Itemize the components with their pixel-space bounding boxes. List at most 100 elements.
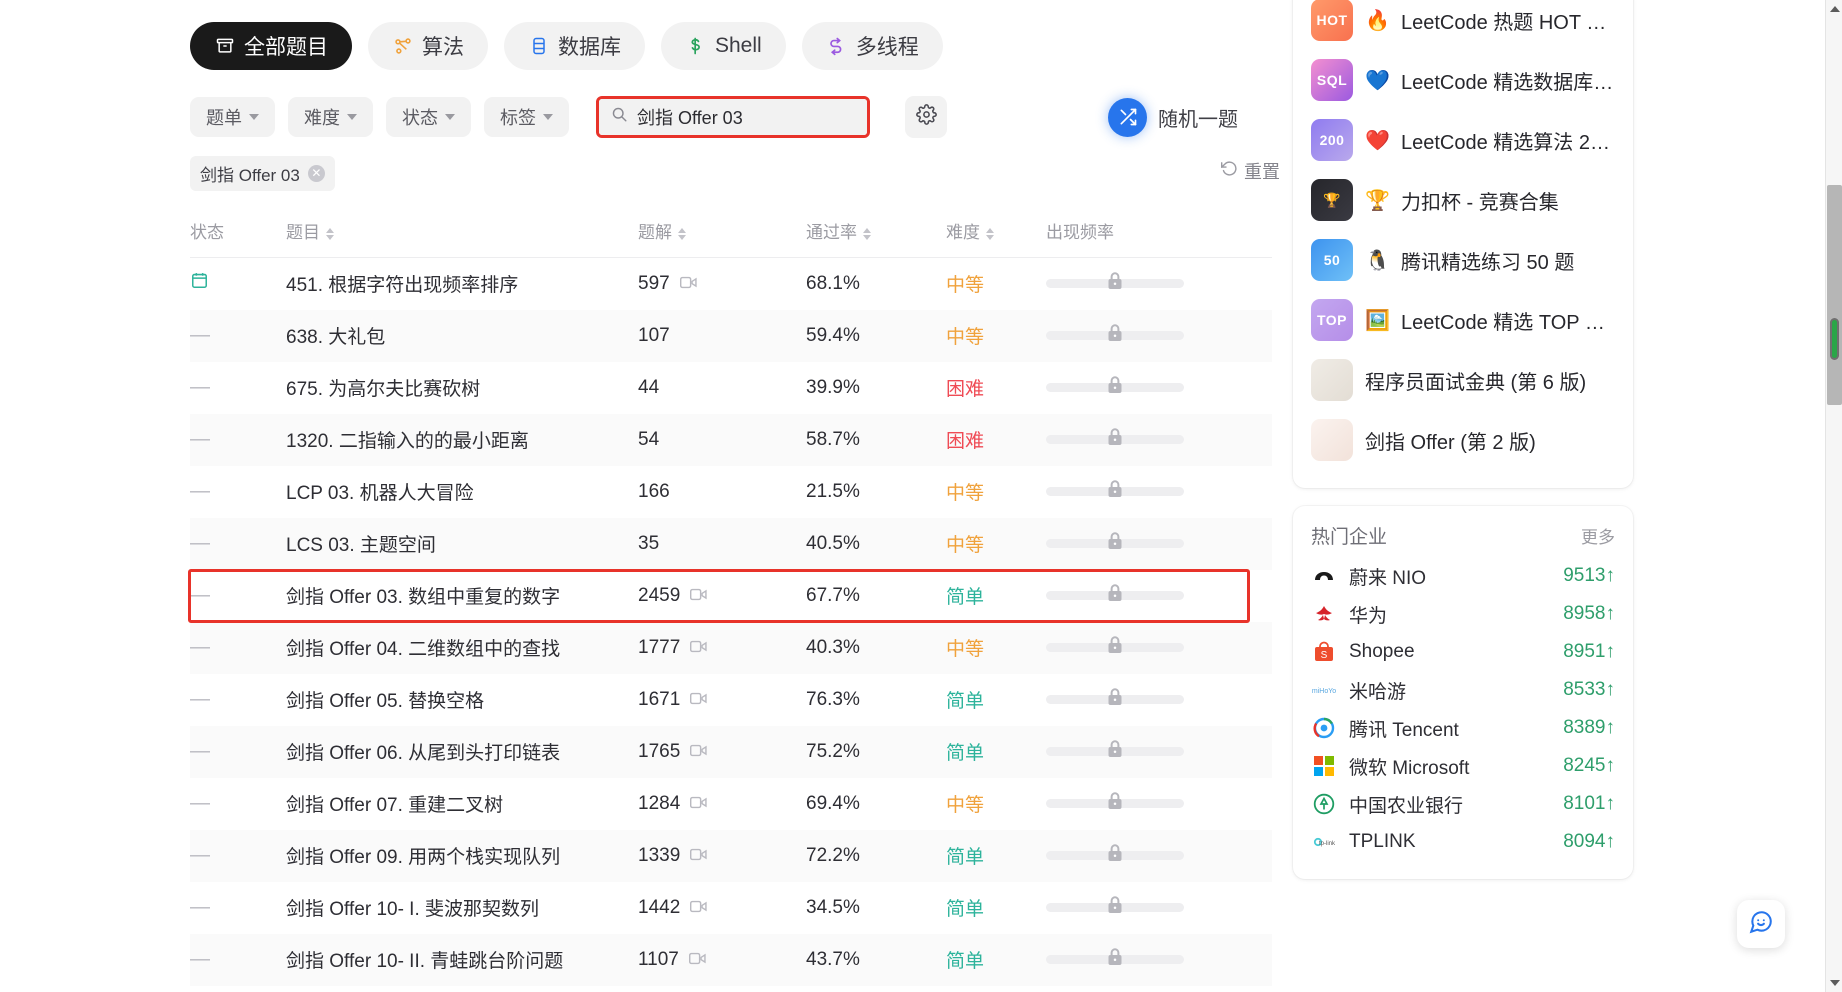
table-row[interactable]: — LCP 03. 机器人大冒险 166 21.5% 中等: [190, 466, 1272, 518]
table-row[interactable]: — 剑指 Offer 07. 重建二叉树 1284 69.4% 中等: [190, 778, 1272, 830]
company-row[interactable]: 中国农业银行 8101↑: [1311, 785, 1615, 823]
tab-database-icon[interactable]: 数据库: [504, 22, 645, 70]
table-row[interactable]: — 剑指 Offer 09. 用两个栈实现队列 1339 72.2% 简单: [190, 829, 1272, 882]
close-icon[interactable]: ✕: [307, 164, 325, 182]
problem-title[interactable]: 剑指 Offer 10- I. 斐波那契数列: [286, 882, 638, 934]
table-row[interactable]: — 剑指 Offer 10- I. 斐波那契数列 1442 34.5% 简单: [190, 882, 1272, 934]
settings-button[interactable]: [905, 96, 947, 138]
solution-count[interactable]: 1339: [638, 829, 806, 882]
solution-count[interactable]: 1284: [638, 778, 806, 830]
filter-dropdown[interactable]: 状态: [386, 97, 471, 137]
solution-count[interactable]: 1765: [638, 725, 806, 778]
search-box[interactable]: [599, 99, 867, 135]
column-header[interactable]: 题目: [286, 208, 638, 258]
problem-title[interactable]: 剑指 Offer 05. 替换空格: [286, 674, 638, 726]
tab-algorithm-icon[interactable]: 算法: [368, 22, 488, 70]
problem-title[interactable]: 451. 根据字符出现频率排序: [286, 258, 638, 310]
companies-more-link[interactable]: 更多: [1581, 523, 1615, 548]
solution-count[interactable]: 597: [638, 258, 806, 310]
filter-chip[interactable]: 剑指 Offer 03 ✕: [190, 155, 335, 191]
sort-toggle-icon[interactable]: [863, 227, 871, 240]
browser-scrollbar[interactable]: [1825, 0, 1842, 992]
study-plan-item[interactable]: 🏆 🏆 力扣杯 - 竞赛合集: [1311, 170, 1615, 230]
acceptance-rate: 43.7%: [806, 933, 946, 986]
table-row[interactable]: — 剑指 Offer 05. 替换空格 1671 76.3% 简单: [190, 674, 1272, 726]
table-row[interactable]: — 剑指 Offer 03. 数组中重复的数字 2459 67.7% 简单: [190, 569, 1272, 622]
solution-count[interactable]: 1107: [638, 933, 806, 986]
status-empty: —: [190, 517, 286, 570]
problem-title[interactable]: 1320. 二指输入的的最小距离: [286, 413, 638, 466]
tab-shell-icon[interactable]: Shell: [661, 22, 786, 70]
table-row[interactable]: —638. 大礼包 107 59.4% 中等: [190, 309, 1272, 362]
solution-count[interactable]: 44: [638, 362, 806, 414]
table-row[interactable]: — 剑指 Offer 04. 二维数组中的查找 1777 40.3% 中等: [190, 621, 1272, 674]
study-plan-item[interactable]: HOT 🔥 LeetCode 热题 HOT 100: [1311, 0, 1615, 50]
company-row[interactable]: 蔚来 NIO 9513↑: [1311, 557, 1615, 595]
solution-count[interactable]: 1442: [638, 882, 806, 934]
lock-icon: [1107, 375, 1123, 400]
study-plan-item[interactable]: 50 🐧 腾讯精选练习 50 题: [1311, 230, 1615, 290]
problem-title[interactable]: 剑指 Offer 09. 用两个栈实现队列: [286, 829, 638, 882]
column-header[interactable]: 题解: [638, 208, 806, 258]
company-row[interactable]: 腾讯 Tencent 8389↑: [1311, 709, 1615, 747]
problem-title[interactable]: 675. 为高尔夫比赛砍树: [286, 362, 638, 414]
study-plan-item[interactable]: 剑指 Offer (第 2 版): [1311, 410, 1615, 470]
tab-concurrency-icon[interactable]: 多线程: [801, 22, 943, 70]
filter-dropdown[interactable]: 难度: [288, 97, 373, 137]
reset-icon: [1221, 160, 1238, 182]
status-empty: —: [190, 621, 286, 674]
filter-dropdown[interactable]: 标签: [484, 97, 569, 137]
search-input[interactable]: [637, 106, 855, 128]
study-plan-item[interactable]: 程序员面试金典 (第 6 版): [1311, 350, 1615, 410]
table-row[interactable]: — 675. 为高尔夫比赛砍树 44 39.9% 困难: [190, 362, 1272, 414]
company-row[interactable]: 华为 8958↑: [1311, 595, 1615, 633]
sort-toggle-icon[interactable]: [986, 227, 994, 240]
filter-dropdown[interactable]: 题单: [190, 97, 275, 137]
scroll-up-arrow-icon[interactable]: [1830, 6, 1840, 12]
reset-button[interactable]: 重置: [1221, 158, 1280, 184]
scrollbar-thumb[interactable]: [1827, 185, 1842, 405]
solution-count[interactable]: 35: [638, 517, 806, 570]
status-empty: —: [190, 413, 286, 466]
problem-title[interactable]: 638. 大礼包: [286, 309, 638, 362]
concurrency-icon: [826, 36, 847, 57]
study-plan-item[interactable]: TOP 🖼️ LeetCode 精选 TOP 面试题: [1311, 290, 1615, 350]
tab-archive-icon[interactable]: 全部题目: [190, 22, 352, 70]
solution-count[interactable]: 54: [638, 413, 806, 466]
study-plan-item[interactable]: SQL 💙 LeetCode 精选数据库 70 ...: [1311, 50, 1615, 110]
table-row[interactable]: — 剑指 Offer 10- II. 青蛙跳台阶问题 1107 43.7% 简单: [190, 933, 1272, 986]
problem-title[interactable]: 剑指 Offer 06. 从尾到头打印链表: [286, 725, 638, 778]
problem-title[interactable]: 剑指 Offer 04. 二维数组中的查找: [286, 621, 638, 674]
tencent-logo: [1311, 715, 1337, 741]
column-header[interactable]: 通过率: [806, 208, 946, 258]
solution-count[interactable]: 107: [638, 309, 806, 362]
company-row[interactable]: S Shopee 8951↑: [1311, 633, 1615, 671]
solution-count[interactable]: 1777: [638, 621, 806, 674]
column-header[interactable]: 难度: [946, 208, 1046, 258]
study-plan-item[interactable]: 200 ❤️ LeetCode 精选算法 200 题: [1311, 110, 1615, 170]
company-row[interactable]: tp-link TPLINK 8094↑: [1311, 823, 1615, 861]
table-row[interactable]: — 剑指 Offer 06. 从尾到头打印链表 1765 75.2% 简单: [190, 725, 1272, 778]
problem-title[interactable]: LCP 03. 机器人大冒险: [286, 466, 638, 518]
sort-toggle-icon[interactable]: [326, 227, 334, 240]
table-row[interactable]: 451. 根据字符出现频率排序 597 68.1% 中等: [190, 258, 1272, 310]
company-row[interactable]: miHoYo 米哈游 8533↑: [1311, 671, 1615, 709]
company-name: 中国农业银行: [1349, 795, 1464, 817]
scroll-down-arrow-icon[interactable]: [1830, 980, 1840, 986]
problem-title[interactable]: LCS 03. 主题空间: [286, 517, 638, 570]
problem-title[interactable]: 剑指 Offer 07. 重建二叉树: [286, 778, 638, 830]
problem-title[interactable]: 剑指 Offer 10- II. 青蛙跳台阶问题: [286, 933, 638, 986]
company-row[interactable]: 微软 Microsoft 8245↑: [1311, 747, 1615, 785]
table-row[interactable]: —1320. 二指输入的的最小距离 54 58.7% 困难: [190, 413, 1272, 466]
solution-count[interactable]: 2459: [638, 569, 806, 622]
solution-count[interactable]: 1671: [638, 674, 806, 726]
random-question-button[interactable]: 随机一题: [1108, 97, 1238, 137]
solution-count[interactable]: 166: [638, 466, 806, 518]
chat-support-button[interactable]: [1737, 900, 1785, 948]
sort-toggle-icon[interactable]: [678, 227, 686, 240]
chevron-down-icon: [347, 114, 357, 120]
problem-title[interactable]: 剑指 Offer 03. 数组中重复的数字: [286, 569, 638, 622]
companies-header: 热门企业 更多: [1311, 522, 1615, 549]
status-empty: —: [190, 725, 286, 778]
table-row[interactable]: — LCS 03. 主题空间 35 40.5% 中等: [190, 517, 1272, 570]
